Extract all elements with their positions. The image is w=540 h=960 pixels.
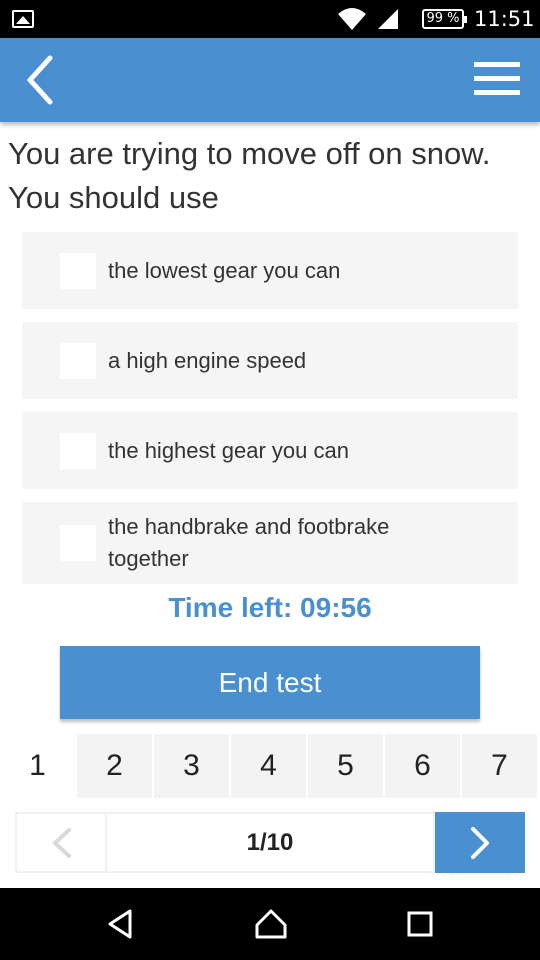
menu-button[interactable] [470, 62, 524, 102]
hamburger-menu-icon [474, 62, 520, 67]
app-bar [0, 38, 540, 122]
recent-apps-icon[interactable] [406, 908, 434, 940]
answer-checkbox[interactable] [60, 342, 96, 379]
chevron-left-icon [53, 828, 71, 858]
pager: 1/10 [15, 812, 525, 873]
page-tab-3[interactable]: 3 [154, 734, 229, 798]
next-button[interactable] [435, 812, 525, 873]
chevron-left-icon [27, 55, 53, 105]
previous-button[interactable] [15, 812, 107, 873]
answer-checkbox[interactable] [60, 525, 96, 561]
answer-option-1[interactable]: the lowest gear you can [22, 232, 518, 309]
page-tab-4[interactable]: 4 [231, 734, 306, 798]
wifi-icon [338, 8, 366, 30]
back-triangle-icon[interactable] [106, 908, 136, 940]
page-tab-2[interactable]: 2 [77, 734, 152, 798]
system-nav-bar [0, 888, 540, 960]
page-tab-5[interactable]: 5 [308, 734, 383, 798]
image-notification-icon [12, 10, 34, 28]
end-test-button[interactable]: End test [60, 646, 480, 719]
chevron-right-icon [471, 827, 489, 859]
answer-list: the lowest gear you can a high engine sp… [22, 232, 518, 597]
question-page-tabs: 1 2 3 4 5 6 7 [0, 734, 540, 798]
question-counter: 1/10 [107, 812, 435, 873]
answer-option-4[interactable]: the handbrake and footbrake together [22, 502, 518, 584]
question-text: You are trying to move off on snow. You … [8, 136, 491, 215]
home-icon[interactable] [254, 908, 288, 940]
clock: 11:51 [474, 7, 535, 31]
time-left: Time left: 09:56 [168, 592, 372, 623]
answer-option-3[interactable]: the highest gear you can [22, 412, 518, 489]
page-tab-1[interactable]: 1 [0, 734, 75, 798]
battery-indicator: 99 % [422, 9, 467, 29]
back-button[interactable] [18, 52, 68, 108]
page-tab-6[interactable]: 6 [385, 734, 460, 798]
answer-option-2[interactable]: a high engine speed [22, 322, 518, 399]
answer-checkbox[interactable] [60, 432, 96, 469]
page-tab-7[interactable]: 7 [462, 734, 537, 798]
status-bar: 99 % 11:51 [0, 0, 540, 38]
answer-checkbox[interactable] [60, 252, 96, 289]
signal-icon [378, 9, 398, 29]
